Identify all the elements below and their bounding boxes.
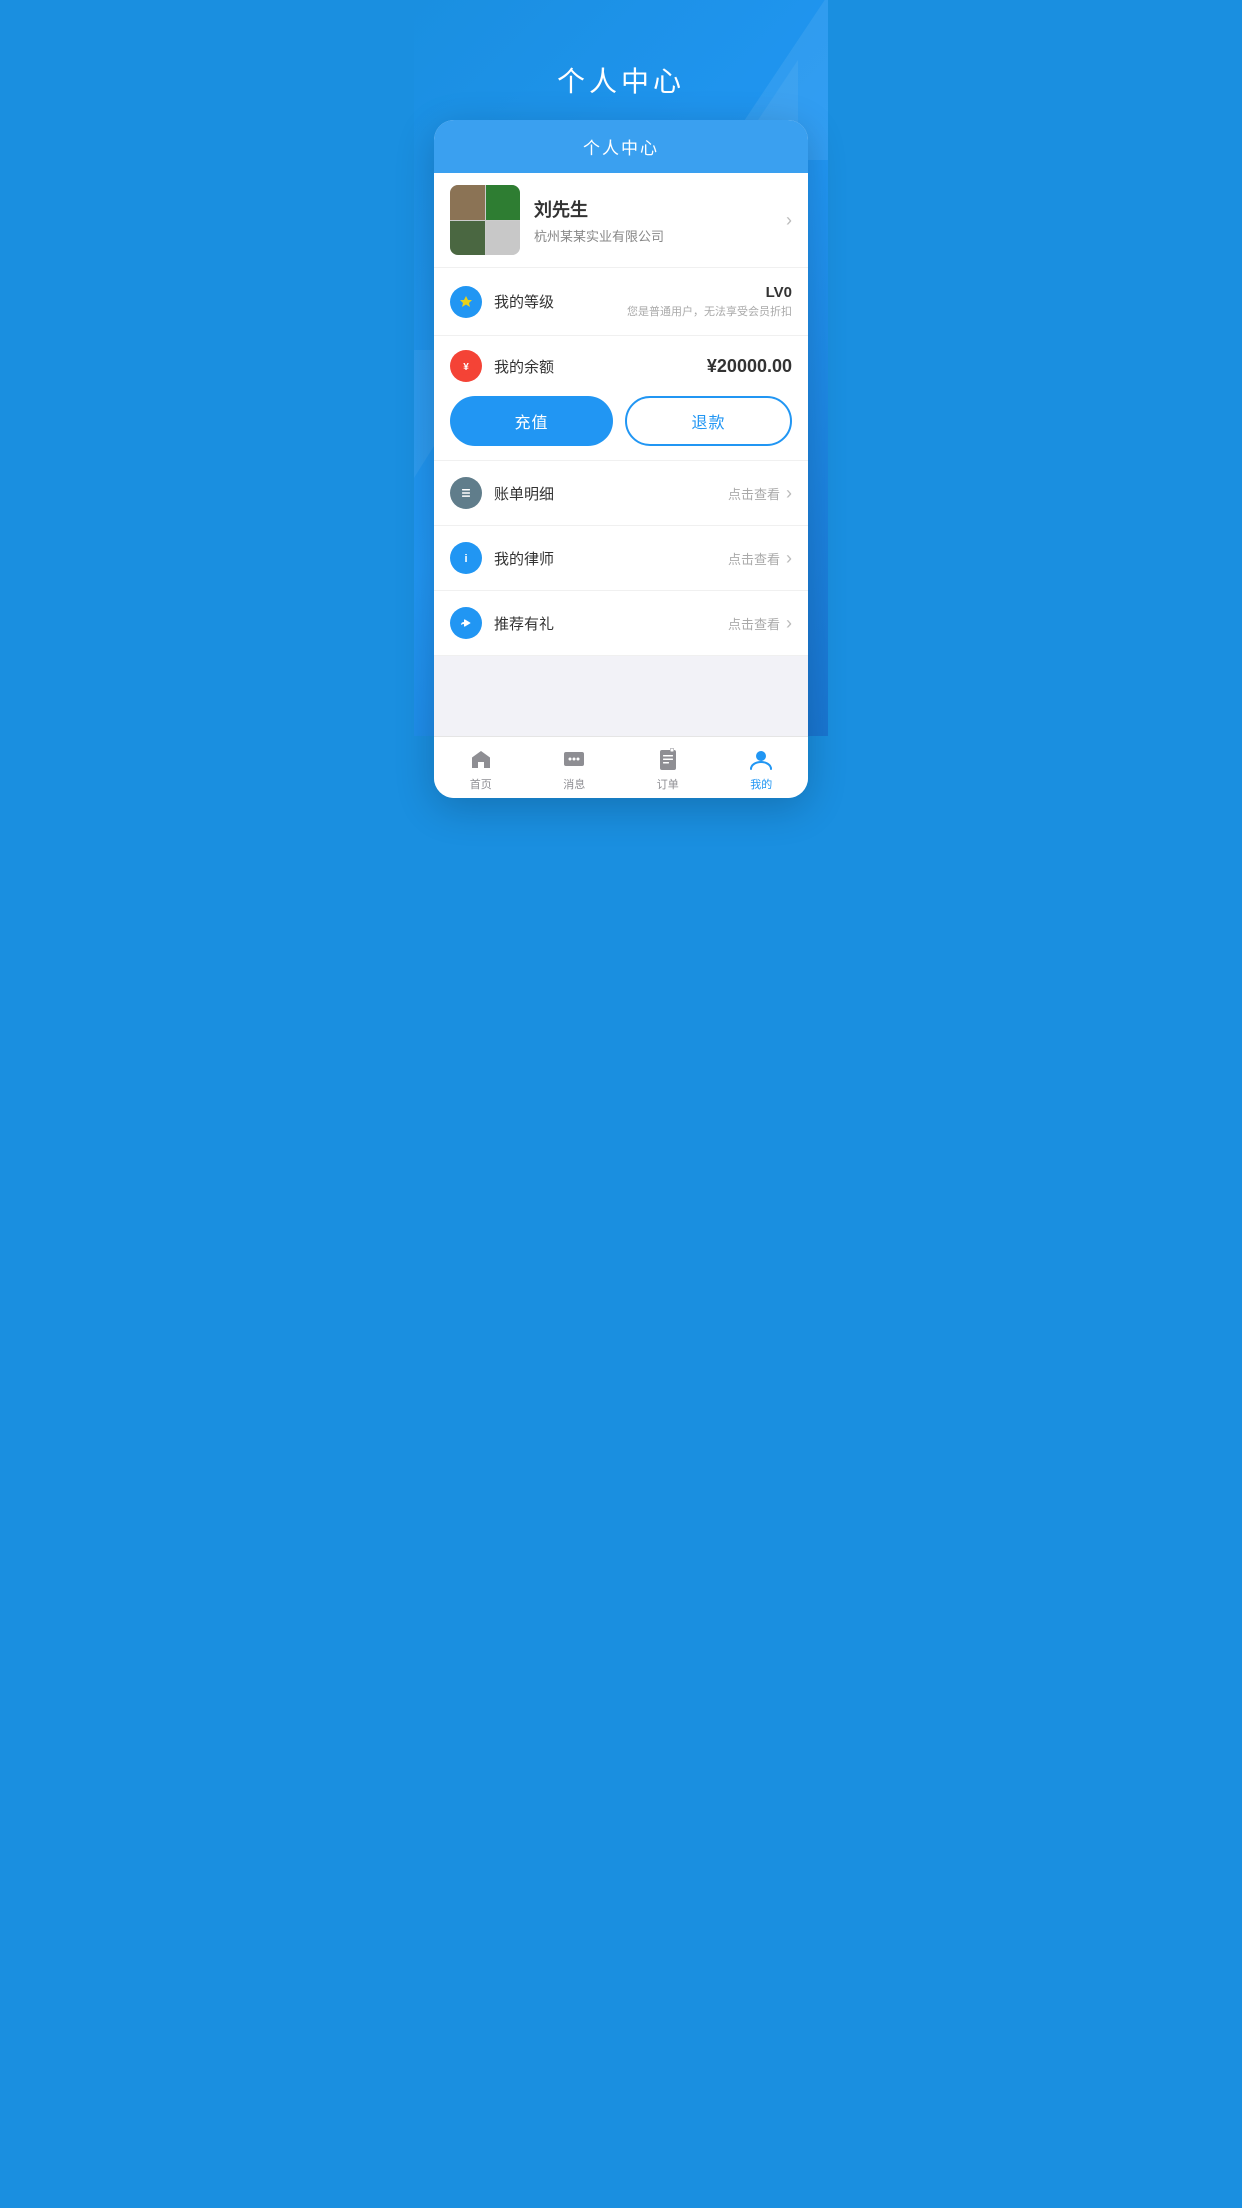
user-name: 刘先生 — [534, 196, 786, 222]
page-title: 个人中心 — [414, 0, 828, 120]
orders-icon — [655, 747, 681, 773]
level-icon — [450, 286, 482, 318]
card-header: 个人中心 — [434, 120, 808, 173]
lawyer-row[interactable]: i 我的律师 点击查看 › — [434, 526, 808, 591]
nav-home-label: 首页 — [470, 776, 492, 792]
recommend-right: 点击查看 › — [728, 613, 792, 634]
nav-item-mine[interactable]: 我的 — [715, 737, 809, 798]
bill-right: 点击查看 › — [728, 483, 792, 504]
gray-spacer — [434, 656, 808, 736]
balance-top: ¥ 我的余额 ¥20000.00 — [450, 350, 792, 382]
lawyer-chevron-icon: › — [786, 548, 792, 569]
level-label: 我的等级 — [494, 291, 627, 312]
balance-icon: ¥ — [450, 350, 482, 382]
nav-item-message[interactable]: 消息 — [528, 737, 622, 798]
user-text: 刘先生 杭州某某实业有限公司 — [534, 196, 786, 245]
balance-buttons: 充值 退款 — [450, 396, 792, 446]
refund-button[interactable]: 退款 — [625, 396, 792, 446]
nav-message-label: 消息 — [563, 776, 585, 792]
lawyer-label: 我的律师 — [494, 548, 728, 569]
recommend-right-text: 点击查看 — [728, 614, 780, 633]
message-icon — [561, 747, 587, 773]
level-info: LV0 您是普通用户，无法享受会员折扣 — [627, 284, 792, 319]
user-info-row[interactable]: 刘先生 杭州某某实业有限公司 › — [434, 173, 808, 268]
avatar — [450, 185, 520, 255]
home-icon — [468, 747, 494, 773]
bill-icon — [450, 477, 482, 509]
recommend-chevron-icon: › — [786, 613, 792, 634]
bill-label: 账单明细 — [494, 483, 728, 504]
svg-text:i: i — [464, 553, 467, 565]
bill-row[interactable]: 账单明细 点击查看 › — [434, 461, 808, 526]
balance-row: ¥ 我的余额 ¥20000.00 充值 退款 — [434, 336, 808, 461]
level-row[interactable]: 我的等级 LV0 您是普通用户，无法享受会员折扣 — [434, 268, 808, 336]
recommend-icon — [450, 607, 482, 639]
recharge-button[interactable]: 充值 — [450, 396, 613, 446]
level-description: 您是普通用户，无法享受会员折扣 — [627, 303, 792, 319]
svg-text:¥: ¥ — [463, 362, 469, 373]
card-header-title: 个人中心 — [583, 139, 659, 158]
recommend-label: 推荐有礼 — [494, 613, 728, 634]
bottom-nav: 首页 消息 — [434, 736, 808, 798]
user-company: 杭州某某实业有限公司 — [534, 226, 786, 245]
lawyer-right: 点击查看 › — [728, 548, 792, 569]
nav-mine-label: 我的 — [750, 776, 772, 792]
nav-item-orders[interactable]: 订单 — [621, 737, 715, 798]
main-card: 个人中心 刘先生 杭州某某实业有限公司 › 我的等级 LV0 您是普通用户，无法… — [434, 120, 808, 798]
lawyer-right-text: 点击查看 — [728, 549, 780, 568]
nav-item-home[interactable]: 首页 — [434, 737, 528, 798]
nav-orders-label: 订单 — [657, 776, 679, 792]
bill-chevron-icon: › — [786, 483, 792, 504]
bill-right-text: 点击查看 — [728, 484, 780, 503]
lawyer-icon: i — [450, 542, 482, 574]
balance-amount: ¥20000.00 — [643, 356, 792, 377]
balance-label: 我的余额 — [494, 356, 643, 377]
chevron-right-icon: › — [786, 210, 792, 231]
mine-icon — [748, 747, 774, 773]
level-badge: LV0 — [627, 284, 792, 301]
recommend-row[interactable]: 推荐有礼 点击查看 › — [434, 591, 808, 656]
